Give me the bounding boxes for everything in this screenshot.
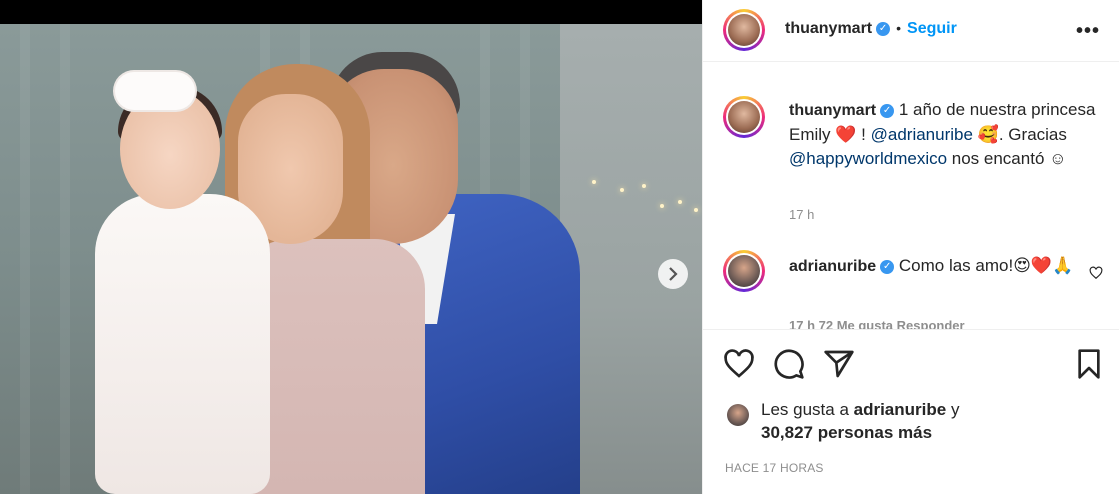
- verified-badge-icon: ✓: [880, 103, 895, 118]
- comment-emojis: 😍❤️🙏: [1013, 256, 1074, 275]
- caption-time[interactable]: 17 h: [789, 207, 814, 222]
- caption-text-4: nos encantó ☺: [947, 149, 1067, 168]
- likes-summary: Les gusta a adrianuribe y 30,827 persona…: [703, 394, 1119, 454]
- likes-count[interactable]: 30,827 personas más: [761, 423, 932, 443]
- likes-suffix: y: [946, 400, 960, 419]
- mention-link[interactable]: @adrianuribe: [871, 125, 973, 144]
- liker-avatar[interactable]: [727, 404, 749, 426]
- caption-avatar[interactable]: [723, 96, 765, 138]
- mention-link[interactable]: @happyworldmexico: [789, 149, 947, 168]
- comment: adrianuribe ✓ Como las amo!😍❤️🙏: [789, 254, 1079, 279]
- comment-meta: 17 h 72 Me gusta Responder: [789, 318, 965, 330]
- paper-plane-icon[interactable]: [823, 348, 855, 380]
- likes-line-1: Les gusta a adrianuribe y: [761, 400, 959, 420]
- curtain-fold: [60, 24, 70, 494]
- heart-outline-icon[interactable]: [723, 348, 755, 380]
- post-header: thuanymart ✓ • Seguir •••: [703, 0, 1119, 62]
- author-username[interactable]: thuanymart: [785, 20, 872, 37]
- ellipsis-icon[interactable]: •••: [1076, 20, 1100, 43]
- curtain-fold: [20, 24, 30, 494]
- post-timestamp[interactable]: HACE 17 HORAS: [725, 461, 824, 475]
- caption-text-2: !: [856, 125, 871, 144]
- comment-body: Como las amo!: [898, 256, 1014, 275]
- caption-username[interactable]: thuanymart: [789, 102, 876, 119]
- background-wall: [560, 24, 702, 494]
- bookmark-icon[interactable]: [1073, 348, 1105, 380]
- post-sidebar: thuanymart ✓ • Seguir ••• thuanymart ✓ 1 año…: [702, 0, 1119, 494]
- verified-badge-icon: ✓: [880, 259, 895, 274]
- post-media[interactable]: [0, 0, 702, 494]
- action-bar: [703, 330, 1119, 394]
- heart-emoji: ❤️: [835, 125, 857, 144]
- commenter-avatar[interactable]: [723, 250, 765, 292]
- header-user-row: thuanymart ✓ • Seguir: [785, 20, 957, 38]
- caption-text-3: . Gracias: [998, 125, 1067, 144]
- heart-outline-icon[interactable]: [1089, 266, 1103, 280]
- photo-top-bar: [0, 0, 702, 24]
- likes-prefix: Les gusta a: [761, 400, 854, 419]
- liker-username[interactable]: adrianuribe: [854, 400, 947, 419]
- baby-headband: [115, 72, 195, 110]
- baby-figure: [95, 194, 270, 494]
- separator-dot: •: [896, 20, 902, 36]
- comments-section[interactable]: thuanymart ✓ 1 año de nuestra princesa Em…: [703, 62, 1119, 330]
- post-photo[interactable]: [0, 24, 702, 494]
- commenter-username[interactable]: adrianuribe: [789, 258, 876, 275]
- author-avatar[interactable]: [723, 9, 765, 51]
- string-lights: [590, 174, 700, 214]
- caption: thuanymart ✓ 1 año de nuestra princesa Em…: [789, 98, 1109, 171]
- chevron-right-icon: [669, 267, 678, 281]
- comment-bubble-icon[interactable]: [773, 348, 805, 380]
- follow-button[interactable]: Seguir: [907, 20, 957, 37]
- verified-badge-icon: ✓: [876, 21, 891, 36]
- next-photo-button[interactable]: [658, 259, 688, 289]
- smiling-face-emoji: 🥰: [977, 125, 999, 144]
